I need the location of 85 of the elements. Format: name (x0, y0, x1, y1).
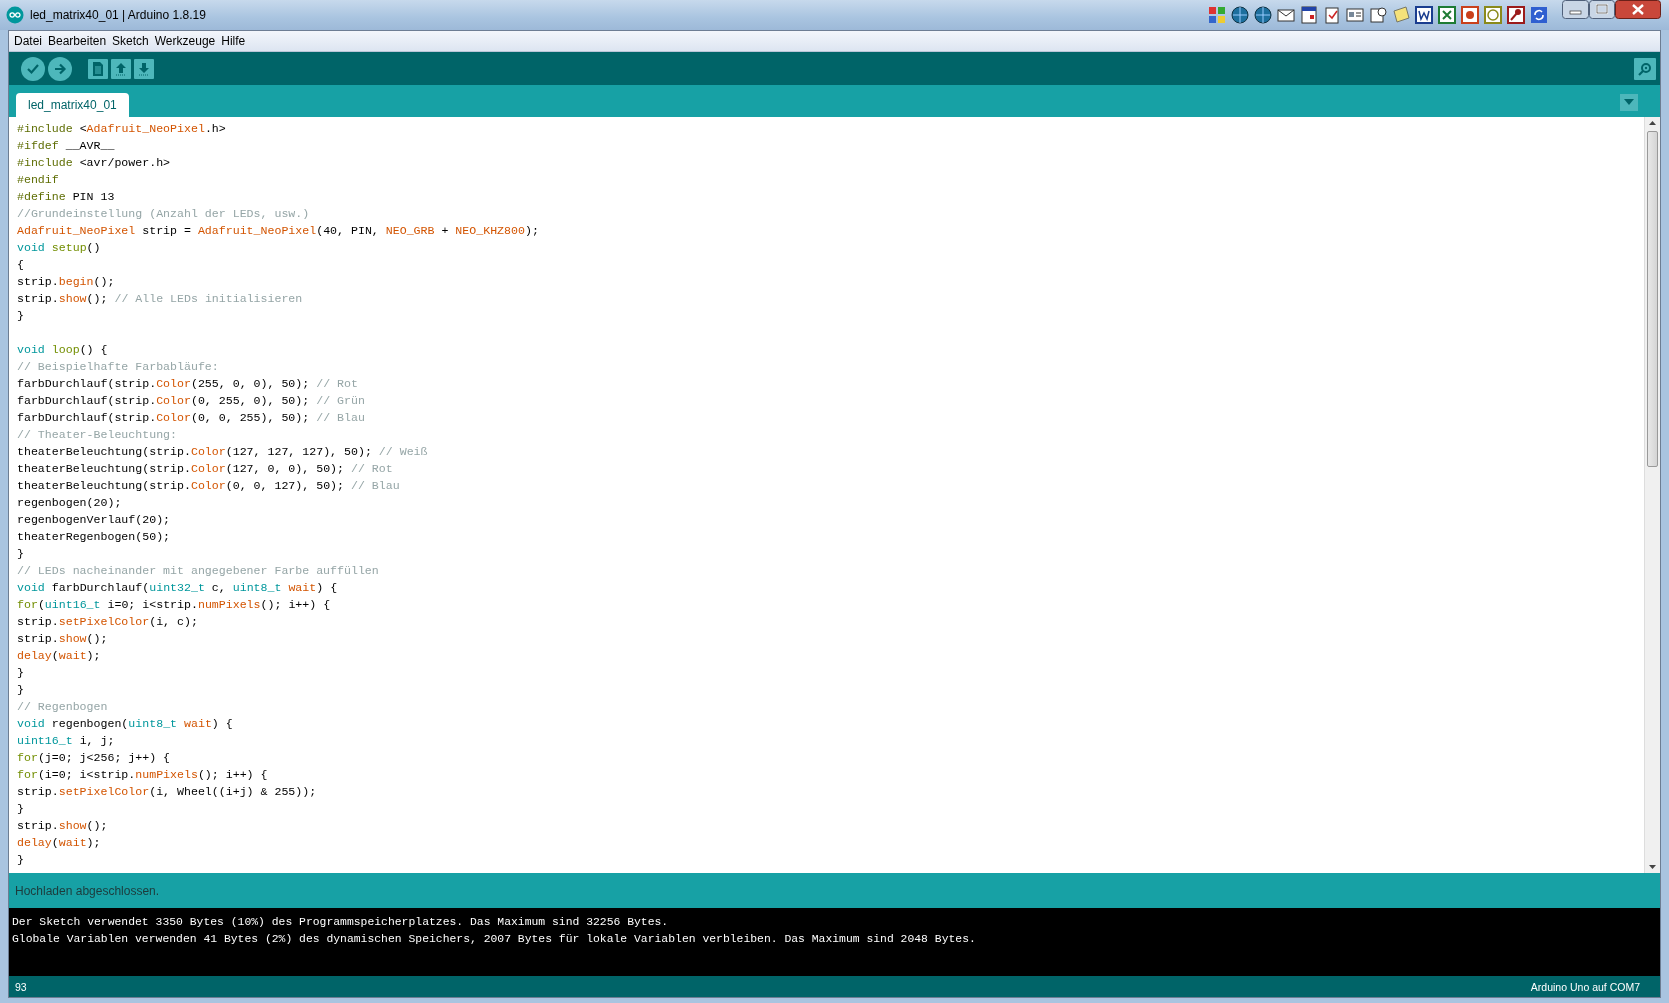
code-line: for(i=0; i<strip.numPixels(); i++) { (17, 767, 268, 783)
globe-icon[interactable] (1254, 6, 1272, 24)
magnifier-icon (1637, 60, 1653, 77)
code-line: strip.show(); (17, 818, 108, 834)
code-line: void loop() { (17, 342, 108, 358)
console-line: Der Sketch verwendet 3350 Bytes (10%) des Programmspeicherplatzes. Das Maximum sind 32256 Bytes. (12, 915, 669, 930)
code-line: strip.setPixelColor(i, c); (17, 614, 198, 630)
contact-card-icon[interactable] (1346, 6, 1364, 24)
open-button[interactable] (111, 58, 131, 79)
code-line: #endif (17, 172, 59, 188)
code-line: //Grundeinstellung (Anzahl der LEDs, usw.) (17, 206, 310, 222)
minimize-icon[interactable] (1562, 0, 1589, 19)
calendar-icon[interactable] (1300, 6, 1318, 24)
code-line: theaterBeleuchtung(strip.Color(127, 127, 127), 50); // Weiß (17, 444, 428, 460)
code-line: theaterRegenbogen(50); (17, 529, 171, 545)
code-line: strip.setPixelColor(i, Wheel((i+j) & 255)); (17, 784, 317, 800)
line-number: 93 (15, 980, 27, 993)
sketch-tab[interactable]: led_matrix40_01 (16, 93, 129, 117)
code-line: strip.show(); // Alle LEDs initialisieren (17, 291, 303, 307)
code-line: { (17, 257, 24, 273)
up-arrow-icon[interactable] (1649, 121, 1656, 125)
code-line: for(uint16_t i=0; i<strip.numPixels(); i++) { (17, 597, 331, 613)
sync-icon[interactable] (1530, 6, 1548, 24)
menu-item[interactable]: Datei (11, 33, 45, 49)
key-icon[interactable] (1507, 6, 1525, 24)
document-icon (90, 60, 106, 77)
code-line: Adafruit_NeoPixel strip = Adafruit_NeoPixel(40, PIN, NEO_GRB + NEO_KHZ800); (17, 223, 539, 239)
up-arrow-icon (113, 60, 129, 77)
code-line: } (17, 682, 24, 698)
code-line: theaterBeleuchtung(strip.Color(0, 0, 127), 50); // Blau (17, 478, 400, 494)
clipboard-check-icon[interactable] (1323, 6, 1341, 24)
code-line: } (17, 546, 24, 562)
code-line: } (17, 801, 24, 817)
console-line: Globale Variablen verwenden 41 Bytes (2%) des dynamischen Speichers, 2007 Bytes für lokale Variablen verbleiben. Das Maximum sind 2048 Bytes. (12, 932, 976, 947)
envelope-icon[interactable] (1277, 6, 1295, 24)
code-line: farbDurchlauf(strip.Color(0, 0, 255), 50); // Blau (17, 410, 365, 426)
code-line: delay(wait); (17, 648, 101, 664)
vertical-scrollbar[interactable] (1644, 117, 1660, 873)
code-line: regenbogen(20); (17, 495, 122, 511)
down-arrow-icon (136, 60, 152, 77)
grid-icon[interactable] (1208, 6, 1226, 24)
note-icon[interactable] (1392, 6, 1410, 24)
code-line: void regenbogen(uint8_t wait) { (17, 716, 233, 732)
code-line: strip.begin(); (17, 274, 115, 290)
code-line: farbDurchlauf(strip.Color(255, 0, 0), 50); // Rot (17, 376, 358, 392)
code-line: } (17, 665, 24, 681)
code-line: #include <avr/power.h> (17, 155, 171, 171)
code-line: // Regenbogen (17, 699, 108, 715)
down-arrow-icon[interactable] (1649, 865, 1656, 869)
code-line: void farbDurchlauf(uint32_t c, uint8_t wait) { (17, 580, 338, 596)
code-line: #ifdef __AVR__ (17, 138, 115, 154)
code-line: strip.show(); (17, 631, 108, 647)
arduino-logo-icon (6, 6, 24, 24)
save-button[interactable] (134, 58, 154, 79)
code-line: regenbogenVerlauf(20); (17, 512, 171, 528)
code-line: // Theater-Beleuchtung: (17, 427, 178, 443)
code-line: } (17, 852, 24, 868)
code-line: // Beispielhafte Farbabläufe: (17, 359, 219, 375)
code-line: void setup() (17, 240, 101, 256)
code-line: // LEDs nacheinander mit angegebener Farbe auffüllen (17, 563, 379, 579)
menu-item[interactable]: Werkzeuge (151, 33, 219, 49)
globe-icon[interactable] (1231, 6, 1249, 24)
caret-icon (1624, 99, 1634, 105)
tab-menu-button[interactable] (1620, 93, 1638, 111)
verify-button[interactable] (21, 56, 45, 81)
menu-item[interactable]: Sketch (109, 33, 152, 49)
code-line: theaterBeleuchtung(strip.Color(127, 0, 0), 50); // Rot (17, 461, 393, 477)
menu-item[interactable]: Hilfe (218, 33, 249, 49)
scrollbar-thumb[interactable] (1647, 131, 1658, 467)
code-line: farbDurchlauf(strip.Color(0, 255, 0), 50); // Grün (17, 393, 365, 409)
code-line: uint16_t i, j; (17, 733, 115, 749)
close-icon[interactable] (1615, 0, 1661, 19)
code-line: } (17, 308, 24, 324)
board-info: Arduino Uno auf COM7 (1530, 980, 1640, 993)
upload-button[interactable] (48, 56, 72, 81)
code-line: #define PIN 13 (17, 189, 115, 205)
status-message: Hochladen abgeschlossen. (15, 883, 160, 898)
code-line: #include <Adafruit_NeoPixel.h> (17, 121, 226, 137)
code-line: for(j=0; j<256; j++) { (17, 750, 171, 766)
new-sketch-button[interactable] (88, 58, 108, 79)
window-title: led_matrix40_01 | Arduino 1.8.19 (30, 8, 206, 22)
serial-monitor-button[interactable] (1634, 57, 1656, 80)
code-line: delay(wait); (17, 835, 101, 851)
maximize-icon[interactable] (1589, 0, 1615, 19)
menu-item[interactable]: Bearbeiten (45, 33, 110, 49)
